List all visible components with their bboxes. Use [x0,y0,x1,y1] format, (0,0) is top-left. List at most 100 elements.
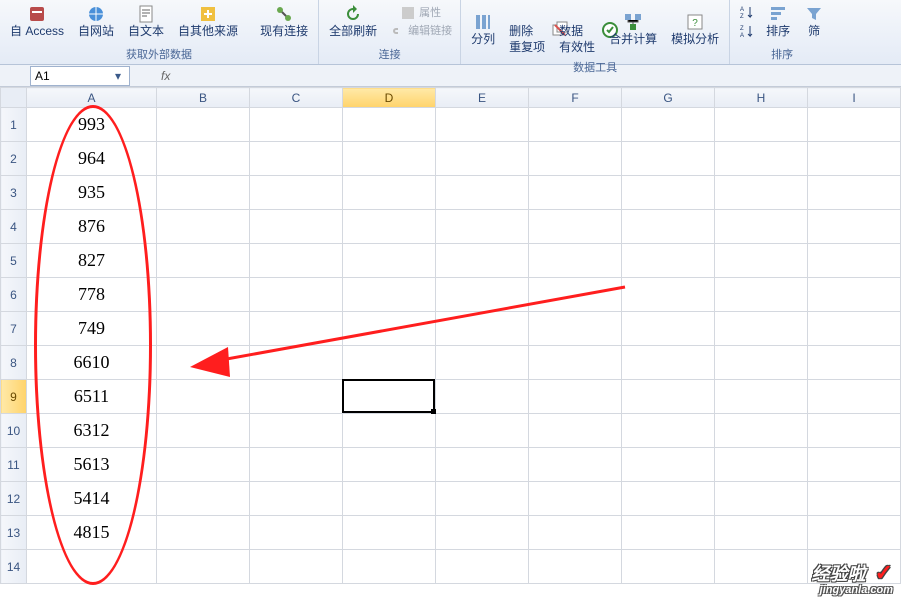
cell-A2[interactable]: 964 [27,142,157,176]
cell-G2[interactable] [622,142,715,176]
cell-H10[interactable] [715,414,808,448]
from-web-button[interactable]: 自网站 [72,2,120,42]
cell-D3[interactable] [343,176,436,210]
fx-label[interactable]: fx [161,69,170,83]
cell-F13[interactable] [529,516,622,550]
cell-C6[interactable] [250,278,343,312]
row-header-5[interactable]: 5 [1,244,27,278]
cell-B11[interactable] [157,448,250,482]
cell-D13[interactable] [343,516,436,550]
cell-B4[interactable] [157,210,250,244]
row-header-3[interactable]: 3 [1,176,27,210]
chevron-down-icon[interactable]: ▾ [111,69,125,83]
what-if-button[interactable]: ? 模拟分析 [665,10,725,50]
cell-D2[interactable] [343,142,436,176]
cell-A11[interactable]: 5613 [27,448,157,482]
cell-I9[interactable] [808,380,901,414]
cell-D14[interactable] [343,550,436,584]
cell-G4[interactable] [622,210,715,244]
row-header-10[interactable]: 10 [1,414,27,448]
consolidate-button[interactable]: 合并计算 [603,10,663,50]
cell-G3[interactable] [622,176,715,210]
cell-G7[interactable] [622,312,715,346]
cell-E11[interactable] [436,448,529,482]
cell-C13[interactable] [250,516,343,550]
cell-B3[interactable] [157,176,250,210]
cell-F4[interactable] [529,210,622,244]
cell-C1[interactable] [250,108,343,142]
cell-B7[interactable] [157,312,250,346]
cell-H4[interactable] [715,210,808,244]
cell-G10[interactable] [622,414,715,448]
cell-C7[interactable] [250,312,343,346]
properties-button[interactable]: 属性 [385,4,456,22]
cell-H11[interactable] [715,448,808,482]
cell-A13[interactable]: 4815 [27,516,157,550]
cell-B9[interactable] [157,380,250,414]
data-validation-button[interactable]: 数据 有效性 [553,2,601,57]
cell-C4[interactable] [250,210,343,244]
col-header-G[interactable]: G [622,88,715,108]
cell-B12[interactable] [157,482,250,516]
cell-H1[interactable] [715,108,808,142]
text-to-columns-button[interactable]: 分列 [465,10,501,50]
row-header-13[interactable]: 13 [1,516,27,550]
cell-I6[interactable] [808,278,901,312]
row-header-7[interactable]: 7 [1,312,27,346]
cell-F2[interactable] [529,142,622,176]
cell-I10[interactable] [808,414,901,448]
cell-G5[interactable] [622,244,715,278]
cell-A6[interactable]: 778 [27,278,157,312]
cell-I12[interactable] [808,482,901,516]
cell-H5[interactable] [715,244,808,278]
cell-I1[interactable] [808,108,901,142]
cell-I14[interactable] [808,550,901,584]
cell-D7[interactable] [343,312,436,346]
cell-B13[interactable] [157,516,250,550]
cell-E8[interactable] [436,346,529,380]
cell-E12[interactable] [436,482,529,516]
cell-E2[interactable] [436,142,529,176]
cell-E14[interactable] [436,550,529,584]
cell-B8[interactable] [157,346,250,380]
row-header-8[interactable]: 8 [1,346,27,380]
cell-A8[interactable]: 6610 [27,346,157,380]
cell-I8[interactable] [808,346,901,380]
cell-H7[interactable] [715,312,808,346]
sort-button[interactable]: 排序 [760,2,796,42]
col-header-I[interactable]: I [808,88,901,108]
cell-E3[interactable] [436,176,529,210]
cell-C2[interactable] [250,142,343,176]
col-header-F[interactable]: F [529,88,622,108]
existing-connections-button[interactable]: 现有连接 [254,2,314,42]
cell-D5[interactable] [343,244,436,278]
cell-H14[interactable] [715,550,808,584]
cell-F6[interactable] [529,278,622,312]
cell-I3[interactable] [808,176,901,210]
cell-E13[interactable] [436,516,529,550]
cell-H6[interactable] [715,278,808,312]
cell-F9[interactable] [529,380,622,414]
row-header-1[interactable]: 1 [1,108,27,142]
cell-C10[interactable] [250,414,343,448]
cell-F1[interactable] [529,108,622,142]
cell-I2[interactable] [808,142,901,176]
cell-F12[interactable] [529,482,622,516]
row-header-2[interactable]: 2 [1,142,27,176]
cell-F3[interactable] [529,176,622,210]
select-all-corner[interactable] [1,88,27,108]
cell-F14[interactable] [529,550,622,584]
from-other-button[interactable]: 自其他来源 [172,2,244,42]
grid[interactable]: A B C D E F G H I 1993296439354876582767… [0,87,901,584]
cell-D1[interactable] [343,108,436,142]
cell-C11[interactable] [250,448,343,482]
cell-I11[interactable] [808,448,901,482]
col-header-B[interactable]: B [157,88,250,108]
cell-G1[interactable] [622,108,715,142]
cell-B2[interactable] [157,142,250,176]
cell-H12[interactable] [715,482,808,516]
cell-F7[interactable] [529,312,622,346]
from-text-button[interactable]: 自文本 [122,2,170,42]
col-header-E[interactable]: E [436,88,529,108]
remove-duplicates-button[interactable]: 删除 重复项 [503,2,551,57]
